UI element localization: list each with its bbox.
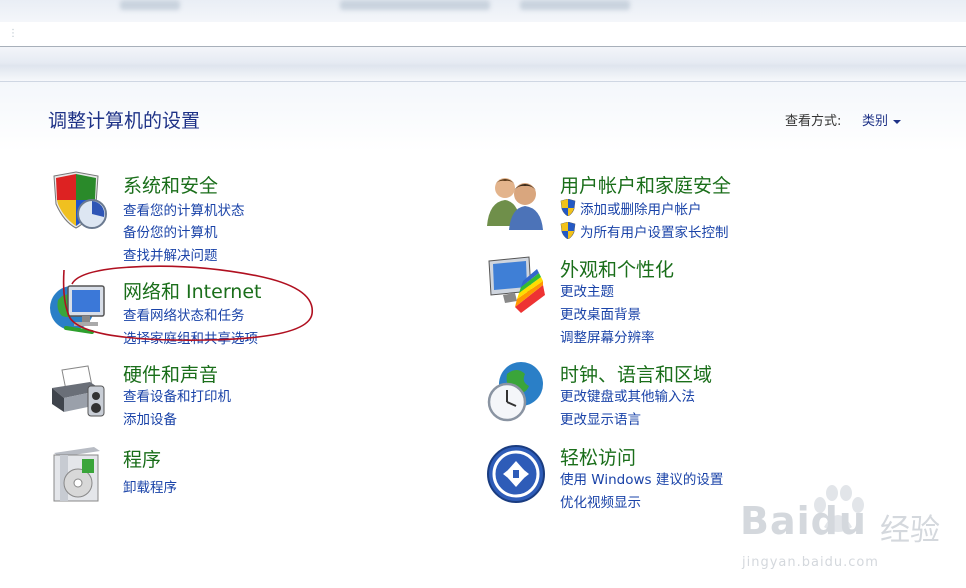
link-change-theme[interactable]: 更改主题 — [560, 280, 614, 300]
link-label: 添加或删除用户帐户 — [580, 202, 702, 218]
link-change-background[interactable]: 更改桌面背景 — [560, 303, 641, 323]
link-view-computer-status[interactable]: 查看您的计算机状态 — [123, 199, 245, 219]
link-view-network-status[interactable]: 查看网络状态和任务 — [123, 304, 245, 324]
toolbar-band — [0, 47, 966, 82]
link-screen-resolution[interactable]: 调整屏幕分辨率 — [560, 326, 655, 346]
shield-chart-icon — [53, 171, 107, 229]
view-by-value: 类别 — [862, 114, 889, 129]
address-bar-fragment-icon: ⋮ — [8, 28, 18, 39]
link-label: 为所有用户设置家长控制 — [580, 225, 729, 241]
link-backup-computer[interactable]: 备份您的计算机 — [123, 221, 218, 241]
link-change-keyboard[interactable]: 更改键盘或其他输入法 — [560, 385, 695, 405]
link-add-device[interactable]: 添加设备 — [123, 408, 177, 428]
category-title-programs[interactable]: 程序 — [123, 445, 161, 472]
link-find-fix-problems[interactable]: 查找并解决问题 — [123, 244, 218, 264]
program-box-icon — [53, 447, 100, 502]
globe-network-icon — [50, 285, 105, 334]
users-icon — [487, 178, 543, 230]
chevron-down-icon — [893, 119, 902, 124]
monitor-palette-icon — [488, 256, 545, 313]
globe-clock-icon — [487, 362, 543, 422]
address-bar-row: ⋮ — [0, 22, 966, 47]
ease-of-access-icon — [487, 445, 545, 503]
category-title-clock-language-region[interactable]: 时钟、语言和区域 — [560, 360, 712, 387]
printer-icon — [52, 365, 105, 417]
category-title-ease-of-access[interactable]: 轻松访问 — [560, 443, 636, 470]
link-homegroup-sharing[interactable]: 选择家庭组和共享选项 — [123, 327, 258, 347]
category-title-user-accounts[interactable]: 用户帐户和家庭安全 — [560, 171, 731, 198]
link-devices-printers[interactable]: 查看设备和打印机 — [123, 385, 231, 405]
view-by-dropdown[interactable]: 类别 — [862, 110, 902, 129]
link-windows-recommended-settings[interactable]: 使用 Windows 建议的设置 — [560, 468, 723, 488]
view-by-label: 查看方式: — [785, 114, 842, 129]
link-change-display-language[interactable]: 更改显示语言 — [560, 408, 641, 428]
category-title-system-security[interactable]: 系统和安全 — [123, 171, 218, 198]
uac-shield-icon — [560, 199, 576, 216]
link-parental-controls[interactable]: 为所有用户设置家长控制 — [560, 221, 729, 241]
uac-shield-icon — [560, 222, 576, 239]
category-title-hardware-sound[interactable]: 硬件和声音 — [123, 360, 218, 387]
page-title: 调整计算机的设置 — [48, 110, 201, 132]
link-add-remove-accounts[interactable]: 添加或删除用户帐户 — [560, 198, 702, 218]
category-title-appearance[interactable]: 外观和个性化 — [560, 255, 674, 282]
category-title-network-internet[interactable]: 网络和 Internet — [123, 277, 261, 304]
window-title-strip — [0, 0, 966, 23]
link-uninstall-program[interactable]: 卸载程序 — [123, 476, 177, 496]
link-optimize-video-display[interactable]: 优化视频显示 — [560, 491, 641, 511]
